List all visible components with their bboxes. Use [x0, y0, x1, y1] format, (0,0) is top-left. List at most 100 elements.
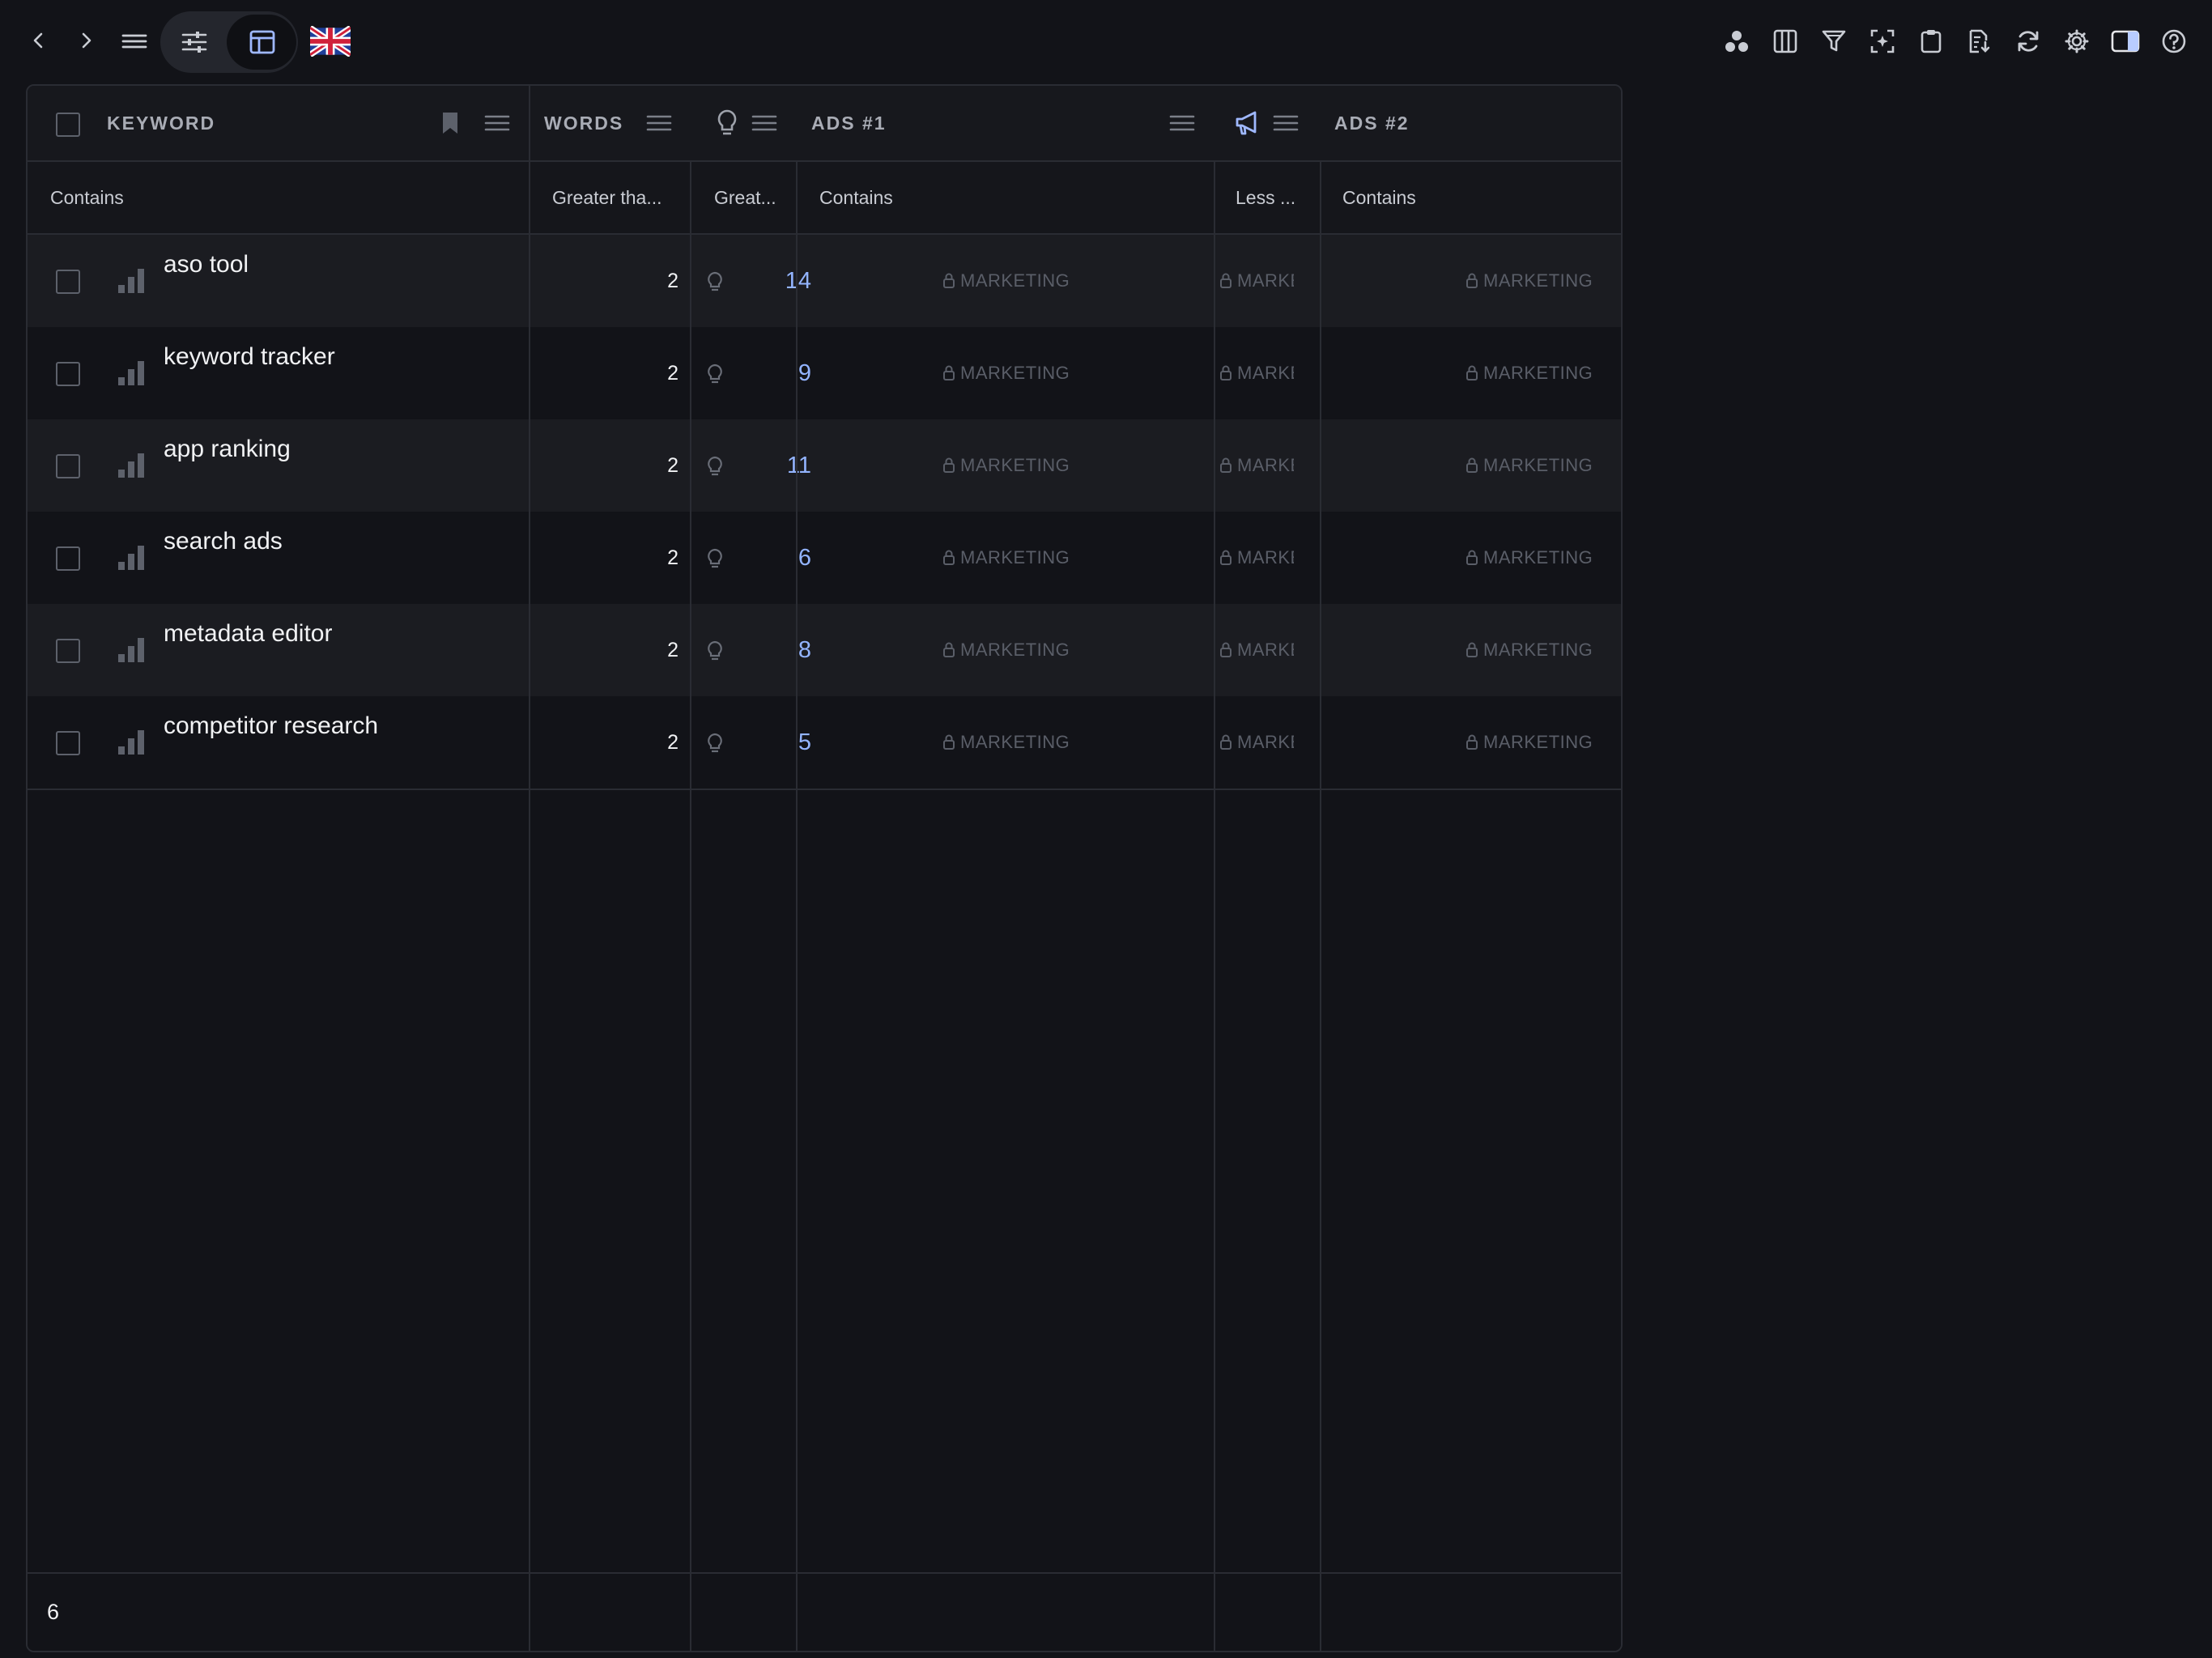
popularity-column-menu[interactable]: [748, 108, 781, 138]
ads1-column-menu[interactable]: [1166, 108, 1198, 138]
ads-count-locked[interactable]: MARKET: [1219, 512, 1294, 604]
menu-icon: [751, 115, 777, 131]
words-filter[interactable]: Greater tha...: [552, 162, 682, 233]
ads1-filter[interactable]: Contains: [819, 162, 1200, 233]
words-column-header[interactable]: WORDS: [544, 86, 623, 160]
back-button[interactable]: [23, 24, 55, 57]
ads1-locked[interactable]: MARKETING: [942, 604, 1070, 696]
keyword-filter[interactable]: Contains: [50, 162, 512, 233]
lightbulb-icon: [708, 548, 722, 568]
keyword-text: app ranking: [164, 436, 291, 462]
table-row[interactable]: keyword tracker 2 9 MARKETING MARKET MAR…: [28, 327, 1621, 419]
menu-icon: [121, 34, 147, 49]
clipboard-icon: [1921, 30, 1942, 53]
ads-count-locked[interactable]: MARKET: [1219, 327, 1294, 419]
row-checkbox[interactable]: [56, 546, 80, 571]
keyword-column-menu[interactable]: [481, 108, 513, 138]
table-row[interactable]: aso tool 2 14 MARKETING MARKET MARKETING: [28, 235, 1621, 327]
export-button[interactable]: [1963, 24, 1997, 58]
row-checkbox[interactable]: [56, 270, 80, 294]
gear-icon: [2065, 29, 2089, 53]
ads-count-locked[interactable]: MARKET: [1219, 235, 1294, 327]
ads-count-filter[interactable]: Less ...: [1236, 162, 1313, 233]
ads-count-locked[interactable]: MARKET: [1219, 419, 1294, 512]
filter-button[interactable]: [1817, 24, 1851, 58]
row-checkbox[interactable]: [56, 454, 80, 478]
row-checkbox[interactable]: [56, 362, 80, 386]
clipboard-button[interactable]: [1914, 24, 1948, 58]
columns-icon: [1773, 29, 1797, 53]
popularity-column-header[interactable]: [713, 107, 742, 139]
row-checkbox[interactable]: [56, 639, 80, 663]
forward-button[interactable]: [70, 24, 102, 57]
ads1-locked[interactable]: MARKETING: [942, 235, 1070, 327]
language-flag-button[interactable]: [309, 24, 351, 58]
lightbulb-icon: [708, 456, 722, 476]
lock-icon: [1466, 273, 1478, 288]
words-column-menu[interactable]: [643, 108, 675, 138]
column-divider: [1320, 160, 1321, 235]
table-icon: [249, 30, 275, 54]
lightbulb-icon: [708, 733, 722, 753]
lock-icon: [1220, 457, 1231, 473]
dots-cluster-icon: [1725, 31, 1748, 52]
ads2-column-header[interactable]: ADS #2: [1334, 86, 1410, 160]
lightbulb-icon: [708, 363, 722, 384]
keyword-column-header[interactable]: KEYWORD: [107, 86, 215, 160]
ads2-locked[interactable]: MARKETING: [1465, 327, 1593, 419]
column-divider: [690, 160, 691, 1651]
ads1-locked[interactable]: MARKETING: [942, 696, 1070, 789]
menu-icon: [484, 115, 510, 131]
ads-count-column-header[interactable]: [1232, 107, 1263, 139]
rank-bars-icon: [118, 361, 144, 385]
rank-bars-icon: [118, 269, 144, 293]
settings-button[interactable]: [2060, 24, 2094, 58]
words-value: 2: [667, 453, 678, 477]
ads-count-locked[interactable]: MARKET: [1219, 696, 1294, 789]
select-all-checkbox[interactable]: [56, 113, 80, 137]
keyword-text: aso tool: [164, 251, 249, 278]
help-button[interactable]: [2157, 24, 2191, 58]
ads2-locked[interactable]: MARKETING: [1465, 696, 1593, 789]
sidebar-toggle-button[interactable]: [2108, 24, 2142, 58]
table-row[interactable]: app ranking 2 11 MARKETING MARKET MARKET…: [28, 419, 1621, 512]
ads-count-locked[interactable]: MARKET: [1219, 604, 1294, 696]
popularity-value: 9: [798, 359, 811, 386]
ads1-text: MARKETING: [960, 732, 1070, 752]
ads2-text: MARKETING: [1483, 455, 1593, 475]
lock-icon: [943, 365, 955, 380]
bookmark-button[interactable]: [436, 108, 465, 138]
row-checkbox[interactable]: [56, 731, 80, 755]
lightbulb-icon: [717, 109, 737, 135]
menu-button[interactable]: [117, 24, 151, 58]
ads1-locked[interactable]: MARKETING: [942, 327, 1070, 419]
rank-bars-icon: [118, 730, 144, 755]
columns-button[interactable]: [1768, 24, 1802, 58]
refresh-button[interactable]: [2011, 24, 2045, 58]
ads1-text: MARKETING: [960, 547, 1070, 568]
ads2-filter[interactable]: Contains: [1342, 162, 1610, 233]
popularity-filter[interactable]: Great...: [714, 162, 792, 233]
settings-view-button[interactable]: [175, 24, 214, 60]
ads1-locked[interactable]: MARKETING: [942, 512, 1070, 604]
table-row[interactable]: competitor research 2 5 MARKETING MARKET…: [28, 696, 1621, 789]
table-row[interactable]: search ads 2 6 MARKETING MARKET MARKETIN…: [28, 512, 1621, 604]
ads2-text: MARKETING: [1483, 640, 1593, 660]
ads1-locked[interactable]: MARKETING: [942, 419, 1070, 512]
table-view-button[interactable]: [243, 24, 282, 60]
ads2-locked[interactable]: MARKETING: [1465, 512, 1593, 604]
ads1-column-header[interactable]: ADS #1: [811, 86, 887, 160]
ads2-locked[interactable]: MARKETING: [1465, 235, 1593, 327]
popularity-value: 8: [798, 636, 811, 663]
ads-count-column-menu[interactable]: [1270, 108, 1302, 138]
lock-icon: [943, 457, 955, 473]
table-row[interactable]: metadata editor 2 8 MARKETING MARKET MAR…: [28, 604, 1621, 696]
ads-count-text: MARKET: [1237, 547, 1294, 568]
ads2-locked[interactable]: MARKETING: [1465, 604, 1593, 696]
cluster-button[interactable]: [1720, 24, 1754, 58]
column-divider: [1320, 235, 1321, 1651]
scan-button[interactable]: [1865, 24, 1899, 58]
menu-icon: [646, 115, 672, 131]
ads2-locked[interactable]: MARKETING: [1465, 419, 1593, 512]
top-toolbar: [0, 0, 2212, 84]
